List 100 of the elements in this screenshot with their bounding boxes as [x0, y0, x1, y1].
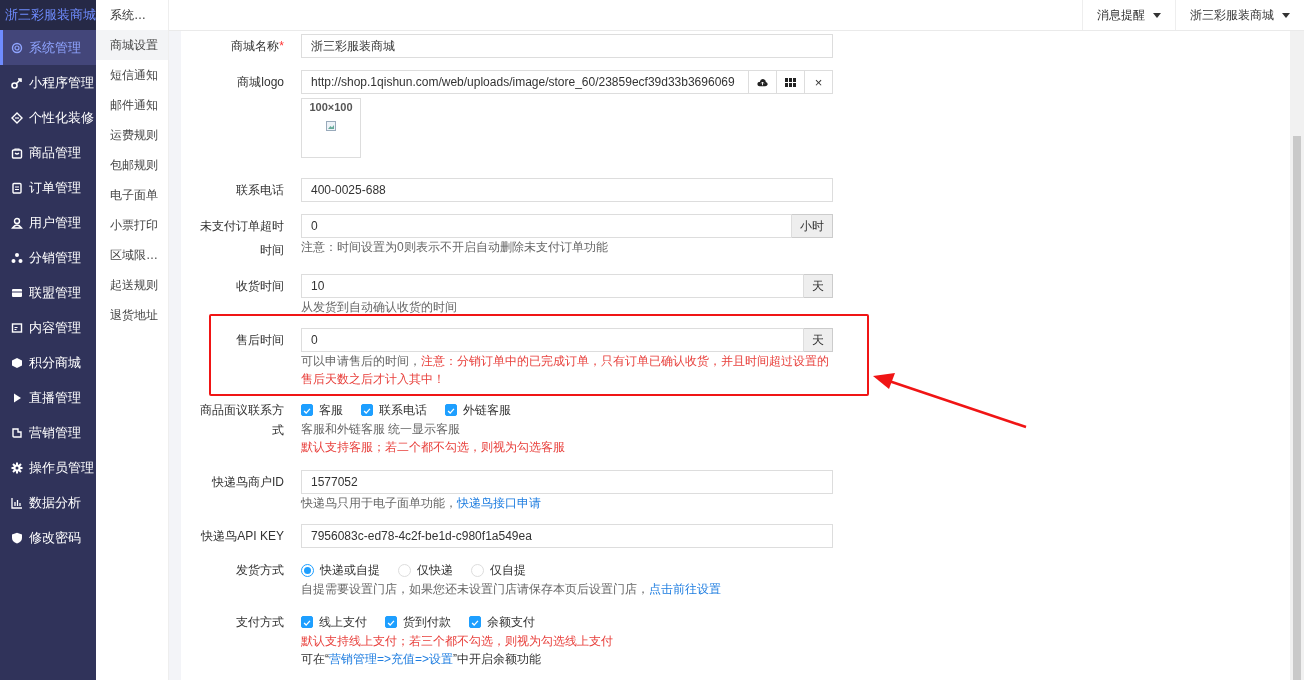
radio-option[interactable]: 快递或自提 — [301, 561, 380, 579]
bar-chart-icon — [11, 496, 23, 509]
checkbox-option[interactable]: 联系电话 — [361, 401, 427, 419]
link-text[interactable]: 快递鸟接口申请 — [457, 496, 541, 510]
play-icon — [11, 391, 23, 404]
sidebar-item[interactable]: 数据分析 — [0, 485, 96, 520]
caret-icon — [1153, 12, 1161, 18]
checkbox-option[interactable]: 线上支付 — [301, 613, 367, 631]
dropdown-menu[interactable]: 消息提醒 — [1082, 0, 1175, 30]
field-label: 支付方式 — [235, 614, 285, 631]
help-text: 可以申请售后的时间， — [301, 354, 421, 368]
sidebar-item[interactable]: 分销管理 — [0, 240, 96, 275]
sidebar-item[interactable]: 联盟管理 — [0, 275, 96, 310]
subnav-item[interactable]: 运费规则 — [96, 120, 168, 150]
cloud-upload-icon — [757, 77, 768, 87]
dropdown-menu[interactable]: 浙三彩服装商城 — [1175, 0, 1304, 30]
link-text[interactable]: 点击前往设置 — [649, 582, 721, 596]
warning-text: 注意：分销订单中的已完成订单，只有订单已确认收货，并且时间超过设置的 — [421, 354, 829, 368]
field-label: 商城logo — [236, 74, 285, 91]
text-field[interactable]: 10 — [301, 274, 804, 298]
warning-text: 默认支持客服；若二个都不勾选，则视为勾选客服 — [301, 440, 565, 454]
unit-addon: 天 — [804, 328, 833, 352]
checkbox-option[interactable]: 客服 — [301, 401, 343, 419]
shield-icon — [11, 531, 23, 544]
text-field[interactable]: 浙三彩服装商城 — [301, 34, 833, 58]
subnav-item[interactable]: 退货地址 — [96, 300, 168, 330]
help-text: 从发货到自动确认收货的时间 — [301, 300, 457, 314]
upload-button[interactable] — [749, 70, 777, 94]
radio-option[interactable]: 仅自提 — [471, 561, 526, 579]
url-field[interactable]: http://shop.1qishun.com/web/uploads/image/store_60/23859ecf39d33b3696069 — [301, 70, 749, 94]
clear-button[interactable]: × — [805, 70, 833, 94]
sidebar-item[interactable]: 订单管理 — [0, 170, 96, 205]
box-icon — [11, 286, 23, 299]
radio-option[interactable]: 仅快递 — [398, 561, 453, 579]
diamond-icon — [11, 111, 23, 124]
checkbox[interactable] — [469, 616, 481, 628]
checkbox-option[interactable]: 货到付款 — [385, 613, 451, 631]
checkbox[interactable] — [445, 404, 457, 416]
field-label: 联系电话 — [235, 182, 285, 199]
link-text[interactable]: 营销管理=>充值=>设置 — [329, 652, 454, 666]
text-field[interactable]: 400-0025-688 — [301, 178, 833, 202]
checkbox[interactable] — [385, 616, 397, 628]
gallery-button[interactable] — [777, 70, 805, 94]
sidebar-item[interactable]: 直播管理 — [0, 380, 96, 415]
brand-name: 浙三彩服装商城 — [0, 0, 96, 30]
field-label: 售后时间 — [235, 332, 285, 349]
field-label: 快递鸟API KEY — [200, 528, 285, 545]
scrollbar[interactable] — [1290, 31, 1304, 680]
sidebar-item[interactable]: 个性化装修 — [0, 100, 96, 135]
checkbox-option[interactable]: 外链客服 — [445, 401, 511, 419]
sidebar-item[interactable]: 系统管理 — [0, 30, 96, 65]
broken-image-icon — [326, 121, 336, 131]
checkbox[interactable] — [301, 616, 313, 628]
gear-icon — [11, 461, 23, 474]
network-icon — [11, 251, 23, 264]
sidebar-item[interactable]: 操作员管理 — [0, 450, 96, 485]
unit-addon: 小时 — [792, 214, 833, 238]
text-field[interactable]: 0 — [301, 328, 804, 352]
subnav-item[interactable]: 起送规则 — [96, 270, 168, 300]
sidebar-item[interactable]: 用户管理 — [0, 205, 96, 240]
unit-addon: 天 — [804, 274, 833, 298]
checkbox[interactable] — [301, 404, 313, 416]
text-field[interactable]: 7956083c-ed78-4c2f-be1d-c980f1a549ea — [301, 524, 833, 548]
subnav-item[interactable]: 区域限… — [96, 240, 168, 270]
warning-text: 默认支持线上支付；若三个都不勾选，则视为勾选线上支付 — [301, 634, 613, 648]
subnav-item[interactable]: 商城设置 — [96, 30, 168, 60]
sidebar-item[interactable]: 积分商城 — [0, 345, 96, 380]
bag-icon — [11, 146, 23, 159]
subnav-item[interactable]: 小票打印 — [96, 210, 168, 240]
sidebar-item[interactable]: 商品管理 — [0, 135, 96, 170]
subnav-item[interactable]: 邮件通知 — [96, 90, 168, 120]
help-text: 自提需要设置门店，如果您还未设置门店请保存本页后设置门店， — [301, 582, 649, 596]
field-label: 快递鸟商户ID — [211, 474, 285, 491]
document-icon — [11, 321, 23, 334]
field-label: 发货方式 — [235, 562, 285, 579]
field-label: 未支付订单超时时间 — [199, 218, 285, 259]
size-hint: 100×100 — [309, 101, 353, 113]
subnav-item[interactable]: 包邮规则 — [96, 150, 168, 180]
subnav-item[interactable]: 短信通知 — [96, 60, 168, 90]
cube-icon — [11, 356, 23, 369]
sidebar-item[interactable]: 营销管理 — [0, 415, 96, 450]
subnav-title: 系统… — [109, 7, 147, 24]
field-label: 收货时间 — [235, 278, 285, 295]
field-label: 商城名称* — [230, 38, 285, 55]
checkbox-option[interactable]: 余额支付 — [469, 613, 535, 631]
help-text: 可在“ — [301, 652, 329, 666]
subnav-item[interactable]: 电子面单 — [96, 180, 168, 210]
clipboard-icon — [11, 181, 23, 194]
help-text: ”中开启余额功能 — [453, 652, 542, 666]
gear-icon — [11, 41, 23, 54]
sidebar-item[interactable]: 小程序管理 — [0, 65, 96, 100]
text-field[interactable]: 0 — [301, 214, 792, 238]
caret-icon — [1282, 12, 1290, 18]
person-icon — [11, 216, 23, 229]
grid-icon — [785, 77, 796, 87]
checkbox[interactable] — [361, 404, 373, 416]
sidebar-item[interactable]: 修改密码 — [0, 520, 96, 555]
sidebar-item[interactable]: 内容管理 — [0, 310, 96, 345]
field-label: 商品面议联系方式 — [199, 402, 285, 439]
text-field[interactable]: 1577052 — [301, 470, 833, 494]
